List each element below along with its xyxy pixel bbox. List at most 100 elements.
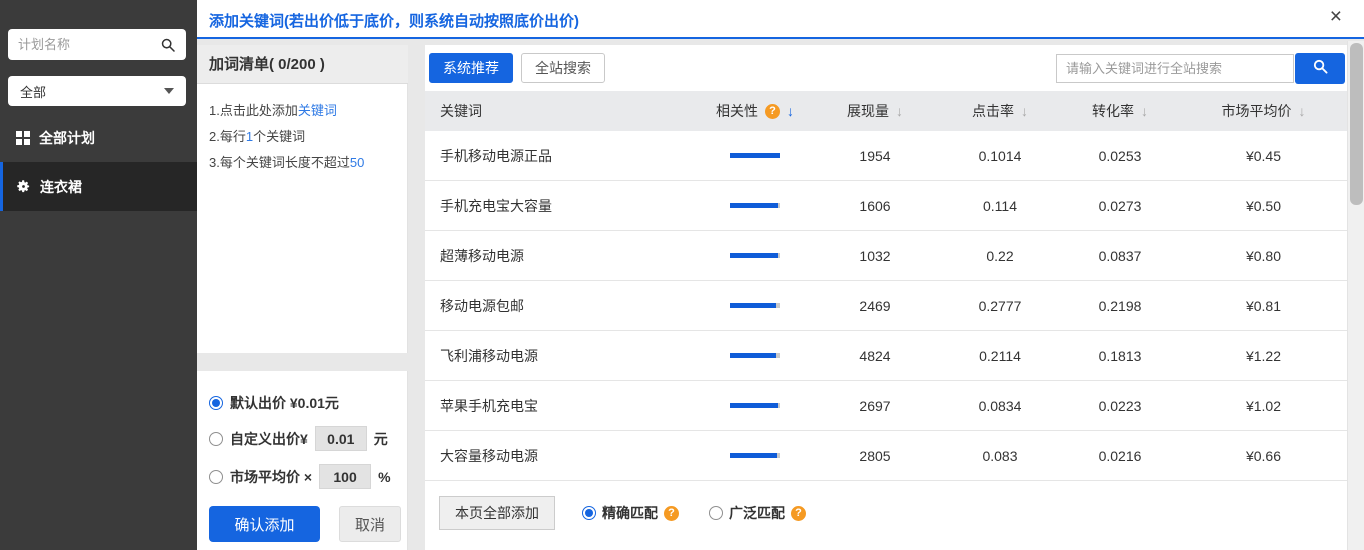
relevance-bar xyxy=(730,453,780,458)
ctr-cell: 0.0834 xyxy=(940,398,1060,414)
cancel-button[interactable]: 取消 xyxy=(339,506,401,542)
column-header[interactable]: 相关性? ↓ xyxy=(700,101,810,121)
modal-header: 添加关键词(若出价低于底价，则系统自动按照底价出价) × xyxy=(197,0,1364,39)
modal-body: 加词清单( 0/200 ) 1.点击此处添加关键词2.每行1个关键词3.每个关键… xyxy=(197,41,1364,550)
sort-arrow-icon[interactable]: ↓ xyxy=(896,103,903,119)
column-label: 市场平均价 xyxy=(1222,101,1292,121)
bid-option-2[interactable]: 市场平均价 ×% xyxy=(209,464,407,489)
column-header[interactable]: 展现量 ↓ xyxy=(810,101,940,121)
scrollbar-thumb[interactable] xyxy=(1350,43,1363,205)
plan-filter-select[interactable]: 全部 xyxy=(8,76,186,106)
sidebar-item-all-plans[interactable]: 全部计划 xyxy=(0,120,197,156)
cvr-cell: 0.0223 xyxy=(1060,398,1180,414)
tab-site-search[interactable]: 全站搜索 xyxy=(521,53,605,83)
tab-system-recommend[interactable]: 系统推荐 xyxy=(429,53,513,83)
match-options: 精确匹配?广泛匹配? xyxy=(582,503,806,523)
instruction-text: 3.每个关键词长度不超过 xyxy=(209,155,350,170)
add-keywords-modal: 添加关键词(若出价低于底价，则系统自动按照底价出价) × 加词清单( 0/200… xyxy=(197,0,1364,550)
confirm-add-button[interactable]: 确认添加 xyxy=(209,506,320,542)
vertical-scrollbar[interactable] xyxy=(1347,41,1364,550)
column-header[interactable]: 转化率 ↓ xyxy=(1060,101,1180,121)
sort-arrow-icon[interactable]: ↓ xyxy=(787,103,794,119)
modal-title: 添加关键词(若出价低于底价，则系统自动按照底价出价) xyxy=(209,10,579,31)
keyword-cell[interactable]: 移动电源包邮 xyxy=(425,296,700,316)
relevance-cell xyxy=(700,353,810,358)
column-header[interactable]: 市场平均价 ↓ xyxy=(1180,101,1347,121)
price-cell: ¥0.80 xyxy=(1180,248,1347,264)
column-label: 相关性 xyxy=(716,101,758,121)
table-row[interactable]: 移动电源包邮24690.27770.2198¥0.81 xyxy=(425,281,1347,331)
keyword-cell[interactable]: 手机移动电源正品 xyxy=(425,146,700,166)
relevance-cell xyxy=(700,403,810,408)
sidebar-item-campaign[interactable]: 连衣裙 xyxy=(0,162,197,211)
radio-icon[interactable] xyxy=(209,470,223,484)
match-option-broad[interactable]: 广泛匹配? xyxy=(709,503,806,523)
column-header[interactable]: 点击率 ↓ xyxy=(940,101,1060,121)
sidebar-menu: 全部计划连衣裙 xyxy=(0,120,197,211)
impressions-cell: 1606 xyxy=(810,198,940,214)
relevance-bar-fill xyxy=(730,403,778,408)
bid-value-input[interactable] xyxy=(315,426,367,451)
column-label: 转化率 xyxy=(1092,101,1134,121)
instruction-highlight: 关键词 xyxy=(298,103,337,118)
add-all-button[interactable]: 本页全部添加 xyxy=(439,496,555,530)
keyword-cell[interactable]: 大容量移动电源 xyxy=(425,446,700,466)
keyword-table: 手机移动电源正品19540.10140.0253¥0.45 手机充电宝大容量 160… xyxy=(425,131,1347,481)
plan-search-box[interactable] xyxy=(8,29,186,60)
match-option-label: 精确匹配 xyxy=(602,503,658,523)
bid-option-1[interactable]: 自定义出价¥元 xyxy=(209,426,407,451)
impressions-cell: 2805 xyxy=(810,448,940,464)
sort-arrow-icon[interactable]: ↓ xyxy=(1141,103,1148,119)
action-buttons: 确认添加 取消 xyxy=(209,506,407,542)
relevance-bar-fill xyxy=(730,353,776,358)
instruction-text: 2.每行 xyxy=(209,129,246,144)
cvr-cell: 0.0253 xyxy=(1060,148,1180,164)
impressions-cell: 2469 xyxy=(810,298,940,314)
radio-icon[interactable] xyxy=(209,396,223,410)
bid-value-input[interactable] xyxy=(319,464,371,489)
sort-arrow-icon[interactable]: ↓ xyxy=(1021,103,1028,119)
keyword-search-input[interactable] xyxy=(1056,54,1294,83)
help-icon[interactable]: ? xyxy=(664,506,679,521)
close-icon[interactable]: × xyxy=(1330,6,1342,27)
match-option-exact[interactable]: 精确匹配? xyxy=(582,503,679,523)
price-cell: ¥0.81 xyxy=(1180,298,1347,314)
help-icon[interactable]: ? xyxy=(791,506,806,521)
keyword-cell[interactable]: 超薄移动电源 xyxy=(425,246,700,266)
table-row[interactable]: 手机充电宝大容量16060.1140.0273¥0.50 xyxy=(425,181,1347,231)
search-icon[interactable] xyxy=(160,37,176,53)
price-cell: ¥1.02 xyxy=(1180,398,1347,414)
keyword-cell[interactable]: 手机充电宝大容量 xyxy=(425,196,700,216)
search-icon xyxy=(1312,58,1329,78)
radio-icon[interactable] xyxy=(582,506,596,520)
table-row[interactable]: 大容量移动电源28050.0830.0216¥0.66 xyxy=(425,431,1347,481)
gear-icon xyxy=(16,179,31,194)
radio-icon[interactable] xyxy=(209,432,223,446)
relevance-bar xyxy=(730,253,780,258)
keyword-cell[interactable]: 苹果手机充电宝 xyxy=(425,396,700,416)
column-label: 点击率 xyxy=(972,101,1014,121)
sort-arrow-icon[interactable]: ↓ xyxy=(1299,103,1306,119)
table-row[interactable]: 手机移动电源正品19540.10140.0253¥0.45 xyxy=(425,131,1347,181)
instruction-line: 3.每个关键词长度不超过50 xyxy=(209,150,395,176)
relevance-bar-fill xyxy=(730,203,778,208)
radio-icon[interactable] xyxy=(709,506,723,520)
relevance-cell xyxy=(700,153,810,158)
relevance-bar xyxy=(730,353,780,358)
help-icon[interactable]: ? xyxy=(765,104,780,119)
bid-option-0[interactable]: 默认出价 ¥0.01元 xyxy=(209,393,407,413)
instruction-highlight: 1 xyxy=(246,129,253,144)
keyword-search-button[interactable] xyxy=(1295,53,1345,84)
table-row[interactable]: 超薄移动电源10320.220.0837¥0.80 xyxy=(425,231,1347,281)
add-list-title: 加词清单( 0/200 ) xyxy=(197,45,408,84)
keyword-cell[interactable]: 飞利浦移动电源 xyxy=(425,346,700,366)
instruction-text: 1.点击此处添加 xyxy=(209,103,298,118)
table-row[interactable]: 飞利浦移动电源48240.21140.1813¥1.22 xyxy=(425,331,1347,381)
add-list-instructions[interactable]: 1.点击此处添加关键词2.每行1个关键词3.每个关键词长度不超过50 xyxy=(197,84,408,353)
relevance-bar xyxy=(730,303,780,308)
sidebar: 全部 全部计划连衣裙 xyxy=(0,0,197,550)
table-row[interactable]: 苹果手机充电宝26970.08340.0223¥1.02 xyxy=(425,381,1347,431)
column-label: 展现量 xyxy=(847,101,889,121)
instruction-highlight: 50 xyxy=(350,155,364,170)
plan-search-input[interactable] xyxy=(18,37,160,52)
